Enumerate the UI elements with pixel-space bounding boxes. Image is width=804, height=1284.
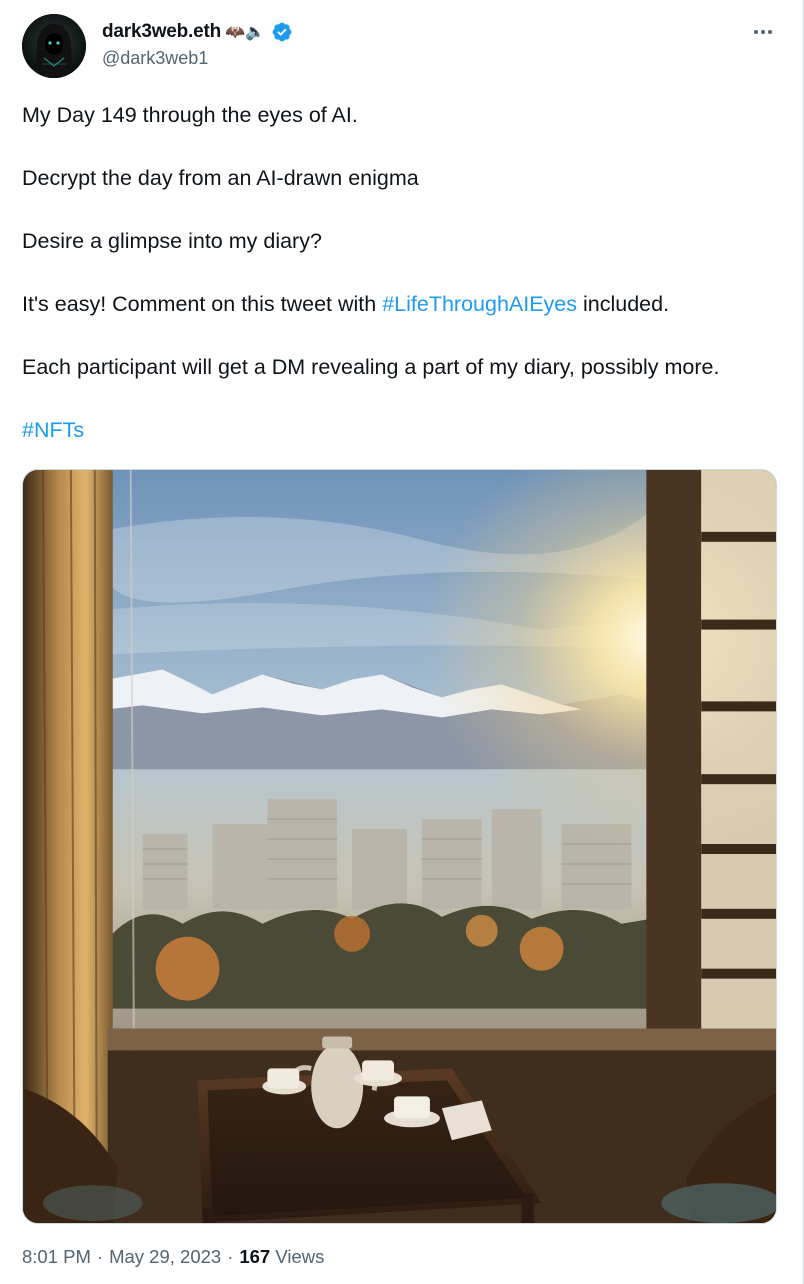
- tweet-text: My Day 149 through the eyes of AI. Decry…: [22, 100, 792, 445]
- views-count: 167: [239, 1246, 271, 1267]
- views-label: Views: [275, 1246, 325, 1267]
- tweet-container: dark3web.eth 🦇🔈 @dark3web1 My Day 149 th…: [0, 0, 804, 1284]
- meta-separator-2: ·: [227, 1246, 234, 1267]
- hashtag-link-nfts[interactable]: #NFTs: [22, 418, 84, 442]
- easy-line-after: included.: [577, 292, 670, 316]
- views-stat[interactable]: 167 Views: [239, 1246, 324, 1268]
- more-options-icon[interactable]: [751, 22, 775, 42]
- tweet-line-6: #NFTs: [22, 415, 792, 445]
- author-name-row: dark3web.eth 🦇🔈: [102, 18, 293, 46]
- author-display-name[interactable]: dark3web.eth: [102, 21, 221, 43]
- verified-badge-icon[interactable]: [271, 21, 293, 43]
- meta-separator: ·: [96, 1246, 104, 1267]
- hashtag-link-lifethroughaieyes[interactable]: #LifeThroughAIEyes: [382, 292, 577, 316]
- tweet-media-image[interactable]: [22, 469, 777, 1224]
- name-emoji: 🦇🔈: [225, 24, 265, 41]
- window-landscape-illustration: [23, 470, 776, 1223]
- tweet-line-2: Decrypt the day from an AI-drawn enigma: [22, 166, 419, 190]
- tweet-line-1: My Day 149 through the eyes of AI.: [22, 103, 358, 127]
- author-handle[interactable]: @dark3web1: [102, 48, 208, 69]
- hooded-figure-avatar-icon: [22, 14, 86, 78]
- tweet-date[interactable]: May 29, 2023: [109, 1246, 221, 1268]
- easy-line-before: It's easy! Comment on this tweet with: [22, 292, 383, 316]
- tweet-meta: 8:01 PM · May 29, 2023 · 167 Views: [22, 1246, 324, 1268]
- tweet-line-5: Each participant will get a DM revealing…: [22, 355, 720, 379]
- tweet-time[interactable]: 8:01 PM: [22, 1246, 91, 1268]
- tweet-line-3: Desire a glimpse into my diary?: [22, 229, 322, 253]
- tweet-line-4: It's easy! Comment on this tweet with #L…: [22, 289, 792, 319]
- avatar[interactable]: [22, 14, 86, 78]
